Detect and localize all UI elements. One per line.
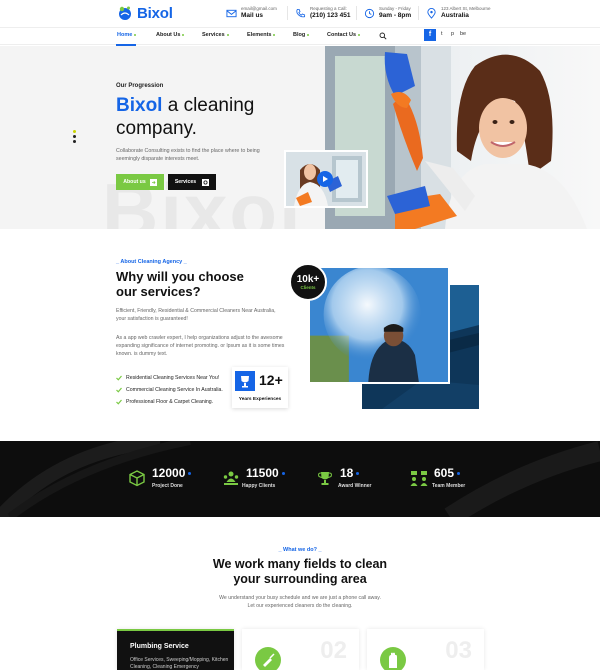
services-label: Services	[174, 179, 197, 185]
about-paragraph-1: Efficient, Friendly, Residential & Comme…	[116, 308, 276, 322]
twitter-icon[interactable]: t	[441, 31, 443, 37]
nav-elements[interactable]: Elements	[247, 32, 276, 38]
about-paragraph-2: As a app web crawler expert, I help orga…	[116, 335, 285, 357]
header-divider	[287, 6, 288, 20]
arrow-right-icon	[149, 178, 157, 186]
phone-info[interactable]: Requesting a Call: (210) 123 451	[295, 6, 350, 20]
counter-label: Happy Clients	[242, 483, 276, 489]
nav-about[interactable]: About Us	[156, 32, 185, 38]
phone-icon	[296, 8, 306, 17]
counter-label: Team Member	[432, 483, 466, 489]
hero-description: Collaborate Consulting exists to find th…	[116, 148, 260, 162]
header-divider	[418, 6, 419, 20]
clients-number: 10k+	[296, 274, 320, 285]
hours-value: 9am - 8pm	[379, 12, 412, 19]
clients-label: Clients	[300, 285, 316, 290]
mail-icon	[226, 9, 237, 17]
window-cleaning-photo	[308, 266, 450, 384]
play-icon[interactable]	[317, 171, 333, 187]
pinterest-icon[interactable]: p	[451, 31, 454, 37]
counter-value: 18	[340, 466, 354, 480]
services-eyebrow: _ What we do? _	[278, 547, 322, 553]
counters-background-pattern	[0, 441, 600, 517]
list-item: Residential Cleaning Services Near You!	[116, 372, 223, 384]
email-info[interactable]: email@gmail.com Mail us	[226, 6, 277, 20]
brand-name: Bixol	[137, 4, 173, 22]
box-icon	[129, 470, 145, 487]
main-nav: Home About Us Services Elements Blog Con…	[0, 27, 600, 46]
nav-contact[interactable]: Contact Us	[327, 32, 361, 38]
slider-dots[interactable]	[73, 130, 76, 145]
trophy-icon	[235, 371, 255, 391]
trophy-icon	[318, 472, 332, 485]
counter-label: Award Winner	[338, 483, 372, 489]
team-icon	[410, 471, 428, 486]
list-item: Commercial Cleaning Service In Australia…	[116, 384, 223, 396]
about-eyebrow: _ About Cleaning Agency _	[116, 259, 187, 265]
about-us-label: About us	[123, 179, 146, 185]
services-description: We understand your busy schedule and we …	[219, 595, 381, 609]
hours-info: Sunday - Friday 9am - 8pm	[364, 6, 411, 20]
years-number: 12+	[259, 372, 283, 388]
hero-title-rest: a cleaning	[162, 95, 255, 116]
service-card-number: 02	[320, 637, 347, 664]
years-label: Years Experiences	[238, 397, 282, 402]
nav-blog[interactable]: Blog	[293, 32, 310, 38]
hero-title-line2: company.	[116, 118, 197, 139]
phone-number: (210) 123 451	[310, 12, 351, 19]
address-info: 123 Albert St, Melbourne Australia	[426, 6, 491, 20]
about-us-button[interactable]: About us	[116, 174, 164, 190]
counters-section: 12000 Project Done 11500 Happy Clients 1…	[0, 441, 600, 517]
counter-value: 605	[434, 466, 455, 480]
service-card-3[interactable]: 03	[367, 629, 484, 670]
address-country: Australia	[441, 12, 469, 19]
people-icon	[223, 471, 239, 485]
counter-label: Project Done	[152, 483, 183, 489]
nav-services[interactable]: Services	[202, 32, 229, 38]
location-pin-icon	[427, 7, 436, 19]
services-title: We work many fields to clean your surrou…	[212, 557, 388, 586]
hero-eyebrow: Our Progression	[116, 83, 164, 89]
brand-logo[interactable]: Bixol	[116, 4, 173, 22]
top-header: Bixol email@gmail.com Mail us Requesting…	[0, 0, 600, 27]
service-card-number: 03	[445, 637, 472, 664]
feature-checklist: Residential Cleaning Services Near You! …	[116, 372, 223, 408]
clock-icon	[364, 8, 375, 18]
check-icon	[116, 399, 122, 405]
service-card-description: Office Services, Sweeping/Mopping, Kitch…	[130, 657, 229, 670]
counter-value: 11500	[246, 466, 279, 480]
hero-title-accent: Bixol	[116, 95, 163, 116]
behance-icon[interactable]: be	[460, 31, 466, 37]
services-button[interactable]: Services	[168, 174, 216, 190]
search-icon[interactable]	[379, 32, 387, 40]
logo-icon	[119, 6, 131, 20]
header-divider	[356, 6, 357, 20]
nav-home[interactable]: Home	[117, 32, 137, 38]
hero-section: Bixol Our Progression Bixol a cleaning c…	[0, 46, 600, 229]
clients-badge: 10k+ Clients	[289, 263, 327, 301]
facebook-icon[interactable]: f	[424, 29, 436, 41]
hero-title: Bixol a cleaning company.	[116, 94, 316, 140]
years-experience-card: 12+ Years Experiences	[232, 367, 288, 408]
check-icon	[116, 375, 122, 381]
video-thumbnail[interactable]	[284, 150, 368, 208]
counter-value: 12000	[152, 466, 186, 480]
service-card-2[interactable]: 02	[242, 629, 359, 670]
service-card-plumbing[interactable]: Plumbing Service Office Services, Sweepi…	[117, 629, 234, 670]
cleaning-spray-icon	[255, 647, 281, 670]
about-title: Why will you choose our services?	[116, 269, 244, 299]
list-item: Professional Floor & Carpet Cleaning.	[116, 396, 223, 408]
check-icon	[116, 387, 122, 393]
service-card-title: Plumbing Service	[130, 643, 189, 650]
email-label: Mail us	[241, 12, 264, 19]
gear-icon	[202, 178, 210, 186]
glove-icon	[380, 647, 406, 670]
